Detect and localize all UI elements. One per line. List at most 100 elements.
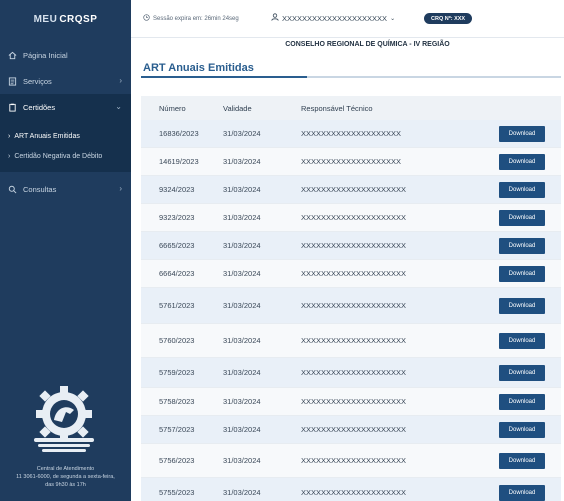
user-icon — [271, 13, 279, 23]
download-button[interactable]: Download — [499, 153, 545, 170]
table-row: 5756/2023 31/03/2024 XXXXXXXXXXXXXXXXXXXXX… — [141, 444, 561, 478]
table-row: 9324/2023 31/03/2024 XXXXXXXXXXXXXXXXXXXXX… — [141, 176, 561, 204]
sidebar-item-consultas[interactable]: Consultas › — [0, 176, 131, 202]
sidebar-item-label: Página Inicial — [23, 50, 68, 60]
sidebar-item-label: Consultas — [23, 184, 57, 194]
sidebar-item-servicos[interactable]: Serviços › — [0, 68, 131, 94]
cell-actions: Download — [483, 393, 561, 410]
sidebar-item-label: Certidões — [23, 102, 56, 112]
download-button[interactable]: Download — [499, 332, 545, 349]
cell-numero: 6665/2023 — [159, 241, 195, 250]
download-button[interactable]: Download — [499, 364, 545, 381]
cell-actions: Download — [483, 332, 561, 349]
support-line2: das 9h30 às 17h — [45, 482, 86, 488]
table-row: 6665/2023 31/03/2024 XXXXXXXXXXXXXXXXXXXXX… — [141, 232, 561, 260]
cell-numero: 5755/2023 — [159, 488, 195, 497]
page-title: ART Anuais Emitidas — [143, 62, 254, 74]
chevron-right-icon: › — [8, 152, 11, 160]
sidebar: MEU CRQSP Página Inicial Serviços › Certi… — [0, 0, 131, 501]
table-row: 6664/2023 31/03/2024 XXXXXXXXXXXXXXXXXXXXX… — [141, 260, 561, 288]
cell-responsavel: XXXXXXXXXXXXXXXXXXXXX — [301, 397, 407, 406]
table-row: 5760/2023 31/03/2024 XXXXXXXXXXXXXXXXXXXXX… — [141, 324, 561, 358]
cell-actions: Download — [483, 209, 561, 226]
support-info: Central de Atendimento 11 3061-6000, de … — [0, 465, 131, 489]
table-row: 14619/2023 31/03/2024 XXXXXXXXXXXXXXXXXXXX… — [141, 148, 561, 176]
cell-numero: 14619/2023 — [159, 157, 199, 166]
cell-actions: Download — [483, 297, 561, 314]
cell-actions: Download — [483, 125, 561, 142]
cell-actions: Download — [483, 364, 561, 381]
table-row: 5761/2023 31/03/2024 XXXXXXXXXXXXXXXXXXXXX… — [141, 288, 561, 324]
clock-icon — [143, 14, 150, 23]
table-row: 5758/2023 31/03/2024 XXXXXXXXXXXXXXXXXXXXX… — [141, 388, 561, 416]
crq-badge: CRQ Nº: XXX — [424, 13, 473, 24]
cell-validade: 31/03/2024 — [223, 157, 261, 166]
download-button[interactable]: Download — [499, 209, 545, 226]
brand-part2: CRQSP — [59, 13, 98, 25]
cell-actions: Download — [483, 484, 561, 501]
main-content: CONSELHO REGIONAL DE QUÍMICA - IV REGIÃO… — [131, 38, 564, 501]
download-button[interactable]: Download — [499, 421, 545, 438]
cell-actions: Download — [483, 153, 561, 170]
table-row: 5759/2023 31/03/2024 XXXXXXXXXXXXXXXXXXXXX… — [141, 358, 561, 388]
user-menu[interactable]: XXXXXXXXXXXXXXXXXXXXX ⌄ — [271, 13, 395, 23]
cell-responsavel: XXXXXXXXXXXXXXXXXXXXX — [301, 456, 407, 465]
download-button[interactable]: Download — [499, 484, 545, 501]
cell-numero: 5757/2023 — [159, 425, 195, 434]
table-row: 16836/2023 31/03/2024 XXXXXXXXXXXXXXXXXXXX… — [141, 120, 561, 148]
submenu-item-certidao-negativa[interactable]: › Certidão Negativa de Débito — [0, 146, 131, 166]
certidoes-submenu: › ART Anuais Emitidas › Certidão Negativ… — [0, 120, 131, 172]
cell-validade: 31/03/2024 — [223, 301, 261, 310]
cell-numero: 5759/2023 — [159, 368, 195, 377]
chevron-right-icon: › — [119, 76, 122, 85]
cell-responsavel: XXXXXXXXXXXXXXXXXXXXX — [301, 336, 407, 345]
download-button[interactable]: Download — [499, 125, 545, 142]
chevron-right-icon: › — [119, 184, 122, 193]
table-body: 16836/2023 31/03/2024 XXXXXXXXXXXXXXXXXXXX… — [141, 120, 561, 501]
table-row: 5757/2023 31/03/2024 XXXXXXXXXXXXXXXXXXXXX… — [141, 416, 561, 444]
support-line1: 11 3061-6000, de segunda a sexta-feira, — [16, 474, 115, 480]
cell-responsavel: XXXXXXXXXXXXXXXXXXXXX — [301, 213, 407, 222]
download-button[interactable]: Download — [499, 237, 545, 254]
download-button[interactable]: Download — [499, 181, 545, 198]
column-header-numero: Número — [159, 103, 186, 113]
chevron-down-icon: ⌄ — [390, 15, 396, 22]
table-row: 9323/2023 31/03/2024 XXXXXXXXXXXXXXXXXXXXX… — [141, 204, 561, 232]
cell-numero: 9324/2023 — [159, 185, 195, 194]
download-button[interactable]: Download — [499, 393, 545, 410]
cell-validade: 31/03/2024 — [223, 397, 261, 406]
cell-responsavel: XXXXXXXXXXXXXXXXXXXX — [301, 157, 402, 166]
cell-actions: Download — [483, 265, 561, 282]
document-list-icon — [8, 76, 17, 86]
cell-actions: Download — [483, 452, 561, 469]
cell-responsavel: XXXXXXXXXXXXXXXXXXXXX — [301, 185, 407, 194]
art-table: Número Validade Responsável Técnico 1683… — [141, 96, 561, 501]
cell-validade: 31/03/2024 — [223, 185, 261, 194]
clipboard-icon — [8, 103, 17, 112]
title-divider-accent — [141, 76, 307, 78]
download-button[interactable]: Download — [499, 452, 545, 469]
cell-validade: 31/03/2024 — [223, 368, 261, 377]
cell-validade: 31/03/2024 — [223, 425, 261, 434]
cell-numero: 16836/2023 — [159, 129, 199, 138]
cell-numero: 5756/2023 — [159, 456, 195, 465]
cell-actions: Download — [483, 181, 561, 198]
brand-logo[interactable]: MEU CRQSP — [0, 0, 131, 38]
cell-numero: 5761/2023 — [159, 301, 195, 310]
search-icon — [8, 185, 17, 194]
sidebar-item-certidoes[interactable]: Certidões ⌄ — [0, 94, 131, 120]
submenu-item-art-anuais[interactable]: › ART Anuais Emitidas — [0, 126, 131, 146]
chevron-down-icon: ⌄ — [115, 102, 122, 111]
chevron-right-icon: › — [8, 132, 11, 140]
council-header: CONSELHO REGIONAL DE QUÍMICA - IV REGIÃO — [285, 41, 450, 48]
support-title: Central de Atendimento — [36, 466, 95, 472]
session-timer: Sessão expira em: 26min 24seg — [143, 14, 239, 23]
download-button[interactable]: Download — [499, 297, 545, 314]
cell-responsavel: XXXXXXXXXXXXXXXXXXXX — [301, 129, 402, 138]
download-button[interactable]: Download — [499, 265, 545, 282]
brand-part1: MEU — [33, 13, 58, 25]
sidebar-item-home[interactable]: Página Inicial — [0, 42, 131, 68]
cell-actions: Download — [483, 421, 561, 438]
cell-validade: 31/03/2024 — [223, 488, 261, 497]
cell-responsavel: XXXXXXXXXXXXXXXXXXXXX — [301, 301, 407, 310]
